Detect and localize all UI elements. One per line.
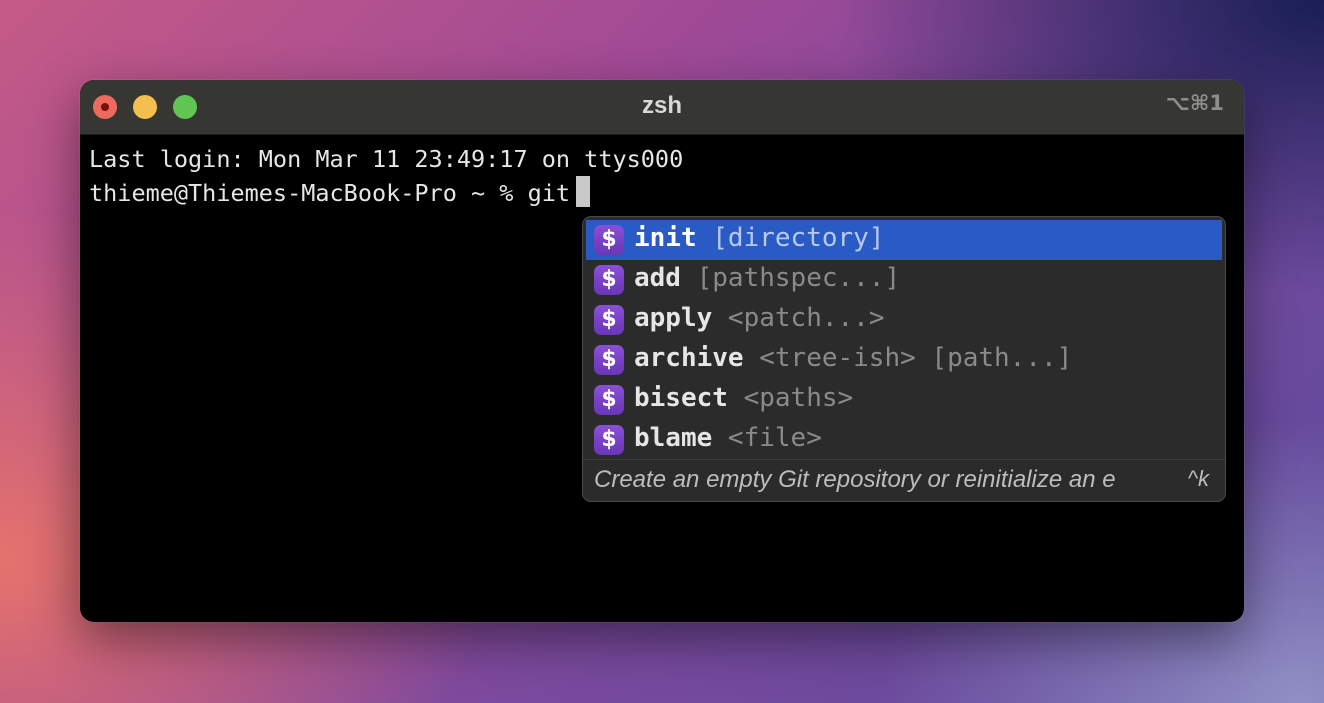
suggestion-args: [directory] [696,223,885,253]
suggestion-description-bar: Create an empty Git repository or reinit… [583,459,1225,501]
dollar-icon: $ [594,345,624,375]
suggestion-args: <paths> [727,383,854,413]
prompt-line: thieme@Thiemes-MacBook-Pro ~ % git [89,176,683,210]
suggestion-init[interactable]: $ init [directory] [586,220,1222,260]
description-shortcut[interactable]: ^k [1188,466,1209,492]
window-title: zsh [641,92,682,119]
suggestion-command: bisect [634,383,728,413]
suggestion-apply[interactable]: $ apply <patch...> [586,300,1222,340]
dollar-icon: $ [594,425,624,455]
suggestion-blame[interactable]: $ blame <file> [586,420,1222,460]
prompt: thieme@Thiemes-MacBook-Pro ~ % [89,179,528,207]
suggestion-add[interactable]: $ add [pathspec...] [586,260,1222,300]
autocomplete-popup: $ init [directory] $ add [pathspec...] $… [583,217,1225,501]
suggestion-command: add [634,263,681,293]
dollar-icon: $ [594,225,624,255]
dollar-icon: $ [594,265,624,295]
suggestion-command: blame [634,423,713,453]
suggestion-command: archive [634,343,744,373]
suggestion-args: <file> [712,423,822,453]
dollar-icon: $ [594,385,624,415]
suggestion-command: init [634,223,697,253]
suggestion-command: apply [634,303,713,333]
text-cursor [576,176,591,207]
typed-command: git [527,179,571,207]
title-bar[interactable]: zsh ⌥⌘1 [80,80,1244,135]
suggestion-args: [pathspec...] [680,263,901,293]
terminal-output[interactable]: Last login: Mon Mar 11 23:49:17 on ttys0… [89,142,683,210]
suggestion-args: <tree-ish> [path...] [743,343,1073,373]
suggestion-bisect[interactable]: $ bisect <paths> [586,380,1222,420]
window-shortcut: ⌥⌘1 [1165,91,1224,115]
last-login-line: Last login: Mon Mar 11 23:49:17 on ttys0… [89,145,684,173]
terminal-window: zsh ⌥⌘1 Last login: Mon Mar 11 23:49:17 … [80,80,1244,622]
suggestion-archive[interactable]: $ archive <tree-ish> [path...] [586,340,1222,380]
suggestion-description: Create an empty Git repository or reinit… [594,466,1116,493]
suggestion-args: <patch...> [712,303,885,333]
dollar-icon: $ [594,305,624,335]
